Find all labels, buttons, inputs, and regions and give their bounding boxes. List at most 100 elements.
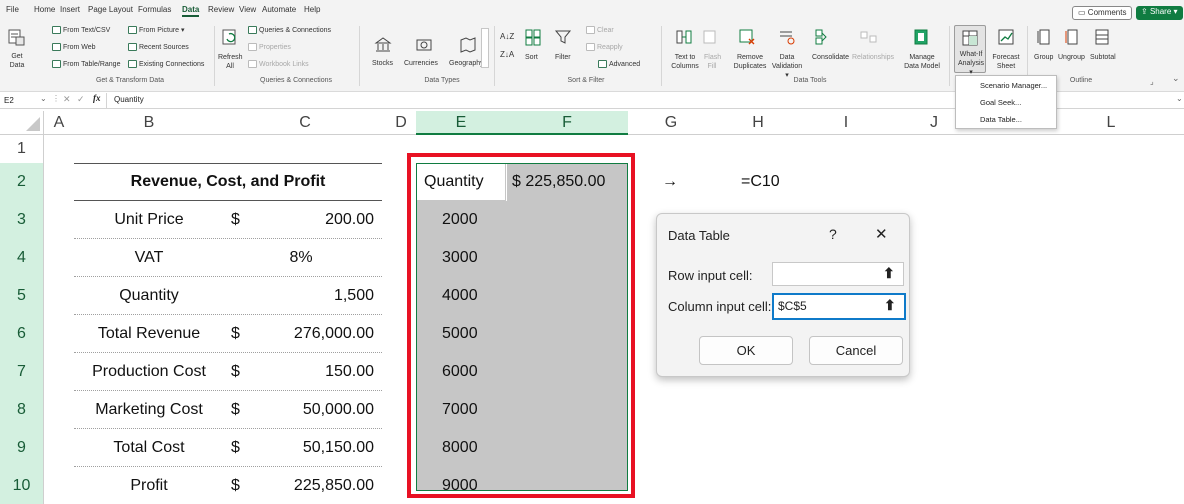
value-profit[interactable]: 225,850.00 (224, 477, 374, 495)
text-to-columns-button[interactable]: Text to Columns (668, 53, 702, 71)
value-unit-price[interactable]: 200.00 (224, 211, 374, 229)
group-button[interactable]: Group (1034, 53, 1053, 62)
menu-insert[interactable]: Insert (60, 5, 80, 14)
row-header-10[interactable]: 10 (0, 467, 44, 504)
sort-button[interactable]: Sort (525, 53, 538, 62)
reapply-button[interactable]: Reapply (586, 43, 623, 52)
formula-note[interactable]: =C10 (741, 173, 780, 191)
stocks-button[interactable]: Stocks (372, 59, 393, 68)
sort-az-icon[interactable]: A↓Z (500, 32, 514, 41)
label-total-cost[interactable]: Total Cost (74, 439, 224, 457)
comments-button[interactable]: ▭ Comments (1072, 6, 1133, 20)
insert-function-icon[interactable]: fx (93, 93, 101, 103)
consolidate-button[interactable]: Consolidate (812, 53, 849, 62)
menu-review[interactable]: Review (208, 5, 234, 14)
properties-button[interactable]: Properties (248, 43, 291, 52)
column-header-l[interactable]: L (1066, 111, 1156, 135)
row-header-3[interactable]: 3 (0, 201, 44, 239)
goal-seek-item[interactable]: Goal Seek... (980, 98, 1021, 107)
data-types-scroll[interactable] (481, 28, 489, 68)
from-table-range-button[interactable]: From Table/Range (52, 60, 120, 69)
formula-input[interactable]: Quantity (114, 95, 144, 104)
select-all-button[interactable] (0, 111, 44, 135)
column-header-b[interactable]: B (74, 111, 224, 135)
row-header-2[interactable]: 2 (0, 163, 44, 201)
menu-formulas[interactable]: Formulas (138, 5, 171, 14)
advanced-button[interactable]: Advanced (598, 60, 640, 69)
data-table-item[interactable]: Data Table... (980, 115, 1022, 124)
close-icon[interactable]: ✕ (875, 225, 888, 243)
value-marketing-cost[interactable]: 50,000.00 (224, 401, 374, 419)
from-picture-button[interactable]: From Picture ▾ (128, 26, 185, 35)
filter-button[interactable]: Filter (555, 53, 571, 62)
cancel-icon[interactable]: ✕ (63, 94, 71, 105)
menu-page-layout[interactable]: Page Layout (88, 5, 133, 14)
label-marketing-cost[interactable]: Marketing Cost (74, 401, 224, 419)
column-header-e[interactable]: E (416, 111, 506, 135)
row-header-9[interactable]: 9 (0, 429, 44, 467)
column-header-d[interactable]: D (386, 111, 416, 135)
menu-view[interactable]: View (239, 5, 256, 14)
recent-sources-button[interactable]: Recent Sources (128, 43, 189, 52)
enter-icon[interactable]: ✓ (77, 94, 85, 105)
existing-connections-button[interactable]: Existing Connections (128, 60, 204, 69)
row-header-1[interactable]: 1 (0, 135, 44, 163)
clear-button[interactable]: Clear (586, 26, 614, 35)
label-profit[interactable]: Profit (74, 477, 224, 495)
name-box-dropdown-icon[interactable]: ⌄ (40, 94, 47, 103)
ungroup-button[interactable]: Ungroup (1058, 53, 1085, 62)
help-icon[interactable]: ? (829, 226, 837, 242)
name-box[interactable]: E2 (4, 94, 28, 107)
menu-automate[interactable]: Automate (262, 5, 296, 14)
flash-fill-button[interactable]: Flash Fill (704, 53, 721, 71)
value-total-revenue[interactable]: 276,000.00 (224, 325, 374, 343)
value-quantity[interactable]: 1,500 (224, 287, 374, 305)
forecast-sheet-button[interactable]: Forecast Sheet (991, 53, 1021, 71)
column-input-field[interactable]: $C$5 ⬆ (772, 293, 906, 320)
label-production-cost[interactable]: Production Cost (74, 363, 224, 381)
dialog-launcher-icon[interactable]: ⌟ (1150, 77, 1154, 86)
row-header-6[interactable]: 6 (0, 315, 44, 353)
row-header-4[interactable]: 4 (0, 239, 44, 277)
expand-formula-bar-icon[interactable]: ⌄ (1176, 94, 1183, 103)
collapse-dialog-icon[interactable]: ⬆ (883, 265, 895, 282)
row-input-field[interactable]: ⬆ (772, 262, 904, 286)
ok-button[interactable]: OK (699, 336, 793, 365)
column-header-g[interactable]: G (628, 111, 714, 135)
share-button[interactable]: ⇪ Share ▾ (1136, 6, 1183, 20)
table-title[interactable]: Revenue, Cost, and Profit (74, 173, 382, 191)
sort-za-icon[interactable]: Z↓A (500, 50, 514, 59)
label-unit-price[interactable]: Unit Price (74, 211, 224, 229)
get-data-button[interactable]: Get Data (8, 52, 26, 70)
menu-file[interactable]: File (6, 5, 19, 14)
manage-data-model-button[interactable]: Manage Data Model (902, 53, 942, 71)
from-text-csv-button[interactable]: From Text/CSV (52, 26, 110, 35)
label-quantity[interactable]: Quantity (74, 287, 224, 305)
collapse-dialog-icon[interactable]: ⬆ (884, 297, 896, 314)
column-header-f[interactable]: F (506, 111, 628, 135)
column-header-i[interactable]: I (802, 111, 890, 135)
what-if-analysis-button[interactable]: What-If Analysis ▾ (954, 25, 986, 76)
value-vat[interactable]: 8% (224, 249, 378, 267)
scenario-manager-item[interactable]: Scenario Manager... (980, 81, 1047, 90)
value-production-cost[interactable]: 150.00 (224, 363, 374, 381)
column-header-a[interactable]: A (44, 111, 74, 135)
geography-button[interactable]: Geography (449, 59, 484, 68)
data-validation-button[interactable]: Data Validation ▾ (770, 53, 804, 80)
queries-connections-button[interactable]: Queries & Connections (248, 26, 331, 35)
menu-home[interactable]: Home (34, 5, 55, 14)
menu-data[interactable]: Data (182, 5, 200, 17)
relationships-button[interactable]: Relationships (852, 53, 894, 62)
label-vat[interactable]: VAT (74, 249, 224, 267)
remove-duplicates-button[interactable]: Remove Duplicates (732, 53, 768, 71)
column-header-h[interactable]: H (714, 111, 802, 135)
subtotal-button[interactable]: Subtotal (1090, 53, 1116, 62)
collapse-ribbon-icon[interactable]: ⌄ (1172, 74, 1180, 83)
column-header-c[interactable]: C (224, 111, 386, 135)
workbook-links-button[interactable]: Workbook Links (248, 60, 309, 69)
row-header-5[interactable]: 5 (0, 277, 44, 315)
row-header-7[interactable]: 7 (0, 353, 44, 391)
cancel-button[interactable]: Cancel (809, 336, 903, 365)
row-header-8[interactable]: 8 (0, 391, 44, 429)
from-web-button[interactable]: From Web (52, 43, 96, 52)
